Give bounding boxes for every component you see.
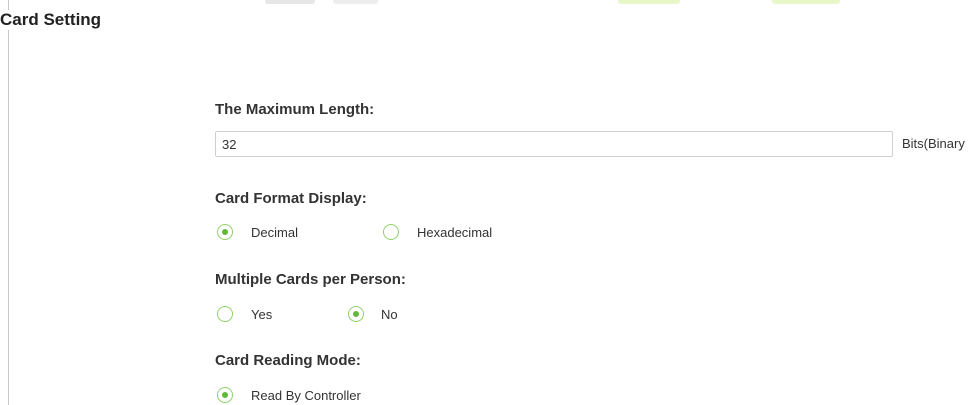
read-by-controller-option-label[interactable]: Read By Controller: [251, 388, 361, 403]
page-title: Card Setting: [0, 10, 102, 30]
max-length-input[interactable]: 32: [215, 131, 893, 157]
top-decoration: [618, 0, 680, 4]
reading-mode-label: Card Reading Mode:: [215, 352, 361, 369]
decimal-option-label[interactable]: Decimal: [251, 225, 298, 240]
max-length-label: The Maximum Length:: [215, 101, 375, 118]
top-decoration: [772, 0, 840, 4]
read-by-controller-radio[interactable]: [217, 387, 233, 403]
multiple-cards-label: Multiple Cards per Person:: [215, 271, 406, 288]
card-format-label: Card Format Display:: [215, 190, 367, 207]
no-radio[interactable]: [348, 306, 364, 322]
yes-radio[interactable]: [217, 306, 233, 322]
no-option-label[interactable]: No: [381, 307, 398, 322]
hexadecimal-radio[interactable]: [383, 224, 399, 240]
hexadecimal-option-label[interactable]: Hexadecimal: [417, 225, 492, 240]
max-length-unit: Bits(Binary: [902, 136, 965, 151]
left-divider: [8, 0, 9, 405]
decimal-radio[interactable]: [217, 224, 233, 240]
yes-option-label[interactable]: Yes: [251, 307, 272, 322]
top-decoration: [265, 0, 315, 4]
top-decoration: [333, 0, 378, 4]
